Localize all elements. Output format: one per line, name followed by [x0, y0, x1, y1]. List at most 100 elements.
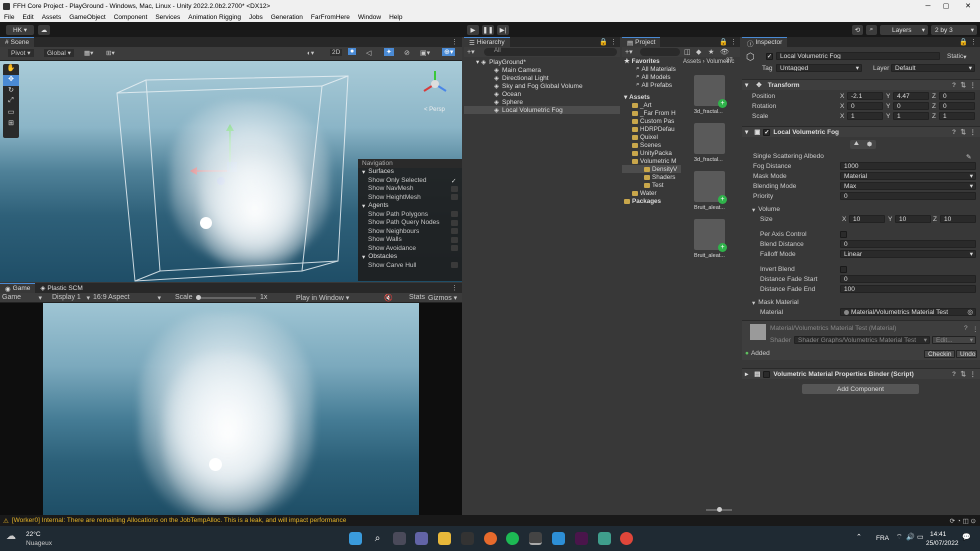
- project-tree-item[interactable]: Volumetric M: [622, 157, 681, 165]
- help-icon[interactable]: ?: [952, 371, 956, 378]
- falloff-dropdown[interactable]: Linear ▾: [840, 250, 976, 258]
- transform-header[interactable]: ▾ ✥ Transform? ⇅ ⋮: [742, 79, 980, 90]
- menu-dots-icon[interactable]: ⋮: [730, 38, 737, 46]
- asset-thumbnail[interactable]: +: [694, 219, 727, 252]
- project-tree-item[interactable]: ⌕ All Prefabs: [622, 81, 681, 89]
- edit-shape-icon[interactable]: ⛰: [854, 141, 859, 148]
- game-viewport[interactable]: [43, 303, 419, 515]
- nav-option[interactable]: Show NavMesh: [358, 185, 462, 194]
- increment-snap-icon[interactable]: ⊞▾: [106, 49, 115, 57]
- effects-icon[interactable]: ✦: [384, 48, 394, 56]
- menu-dots-icon[interactable]: ⋮: [970, 370, 977, 378]
- project-tree-item[interactable]: Quixel: [622, 133, 681, 141]
- asset-thumbnail[interactable]: [694, 123, 725, 154]
- active-checkbox[interactable]: ✓: [766, 53, 773, 60]
- hierarchy-item[interactable]: ◈ Directional Light: [464, 74, 620, 83]
- fade-end-field[interactable]: 100: [840, 285, 976, 293]
- account-dropdown[interactable]: HK ▾: [6, 25, 34, 35]
- priority-field[interactable]: 0: [840, 192, 976, 200]
- project-tree-item[interactable]: _Art: [622, 101, 681, 109]
- chrome-icon[interactable]: [620, 532, 633, 545]
- unity-hub-icon[interactable]: [461, 532, 474, 545]
- play-button[interactable]: ▶: [467, 25, 479, 35]
- nav-option[interactable]: Show Carve Hull: [358, 261, 462, 270]
- nav-option[interactable]: Show Only Selected ✓: [358, 176, 462, 186]
- tab-plastic-scm[interactable]: ◈ Plastic SCM: [35, 283, 88, 293]
- menu-animation-rigging[interactable]: Animation Rigging: [184, 14, 245, 21]
- sphere[interactable]: [209, 458, 222, 471]
- size-x-field[interactable]: 10: [849, 215, 885, 223]
- spotify-icon[interactable]: [506, 532, 519, 545]
- console-status-bar[interactable]: ⚠ [Worker0] Internal: There are remainin…: [0, 515, 980, 526]
- step-button[interactable]: ▶|: [497, 25, 509, 35]
- hierarchy-item[interactable]: ◈ Sphere: [464, 98, 620, 107]
- nav-section-agents[interactable]: ▾ Agents: [358, 202, 462, 211]
- volume-foldout[interactable]: ▾ Volume: [752, 205, 780, 214]
- stats-button[interactable]: Stats: [409, 294, 425, 301]
- nav-option-checkbox[interactable]: [451, 236, 458, 243]
- search-input[interactable]: [640, 48, 680, 56]
- menu-dots-icon[interactable]: ⋮: [451, 284, 458, 292]
- menu-dots-icon[interactable]: ⋮: [610, 38, 617, 46]
- pivot-dropdown[interactable]: Pivot ▾: [8, 49, 34, 57]
- mask-material-foldout[interactable]: ▾ Mask Material: [752, 298, 799, 307]
- hierarchy-item[interactable]: ◈ Ocean: [464, 90, 620, 99]
- help-icon[interactable]: ?: [952, 82, 956, 89]
- shader-dropdown[interactable]: Shader Graphs/Volumetrics Material Test ▾: [794, 336, 930, 344]
- mask-mode-dropdown[interactable]: Material ▾: [840, 172, 976, 180]
- eyedropper-icon[interactable]: ✎: [966, 152, 971, 161]
- project-tree-item[interactable]: Shaders: [622, 173, 681, 181]
- transform-position-z-field[interactable]: 0: [939, 92, 975, 100]
- nav-option-checkbox[interactable]: [451, 262, 458, 269]
- menu-help[interactable]: Help: [385, 14, 406, 21]
- asset-thumbnail[interactable]: +: [694, 75, 727, 108]
- undo-button[interactable]: Undo: [956, 350, 977, 358]
- fade-start-field[interactable]: 0: [840, 275, 976, 283]
- tag-dropdown[interactable]: Untagged ▾: [776, 64, 862, 72]
- volume-icon[interactable]: 🔊: [906, 533, 915, 541]
- project-tree-item[interactable]: HDRPDefau: [622, 125, 681, 133]
- lock-icon[interactable]: 🔒: [719, 38, 728, 46]
- nav-option-checkbox[interactable]: [451, 228, 458, 235]
- hierarchy-item[interactable]: ◈ Sky and Fog Global Volume: [464, 82, 620, 91]
- language-indicator[interactable]: FRA: [876, 535, 889, 542]
- close-button[interactable]: ✕: [958, 0, 978, 12]
- move-tool-icon[interactable]: ✥: [3, 75, 19, 86]
- add-icon[interactable]: +▾: [625, 48, 633, 56]
- project-tree-item[interactable]: ★ Favorites: [622, 57, 681, 65]
- tab-game[interactable]: ◉ Game: [0, 283, 36, 293]
- unity-icon[interactable]: [529, 532, 542, 545]
- tab-scene[interactable]: # Scene: [0, 37, 35, 47]
- tab-project[interactable]: ▤ Project: [622, 37, 661, 47]
- zoom-slider[interactable]: [706, 507, 732, 512]
- hierarchy-item[interactable]: ◈ Main Camera: [464, 66, 620, 75]
- nav-option-checkbox[interactable]: ✓: [451, 177, 458, 185]
- transform-tool-icon[interactable]: ⊞: [3, 119, 19, 130]
- firefox-icon[interactable]: [484, 532, 497, 545]
- audio-icon[interactable]: ◁: [366, 49, 371, 57]
- transform-position-y-field[interactable]: 4.47: [893, 92, 929, 100]
- hierarchy-item[interactable]: ◈ Local Volumetric Fog: [464, 106, 620, 114]
- per-axis-checkbox[interactable]: [840, 231, 847, 238]
- menu-dots-icon[interactable]: ⋮: [970, 38, 977, 46]
- size-z-field[interactable]: 10: [940, 215, 976, 223]
- nav-section-obstacles[interactable]: ▾ Obstacles: [358, 253, 462, 262]
- menu-jobs[interactable]: Jobs: [245, 14, 267, 21]
- help-icon[interactable]: ?: [964, 324, 968, 333]
- nav-option[interactable]: Show Path Query Nodes: [358, 219, 462, 228]
- vscode-icon[interactable]: [552, 532, 565, 545]
- blend-distance-field[interactable]: 0: [840, 240, 976, 248]
- nav-option[interactable]: Show Walls: [358, 236, 462, 245]
- checkin-button[interactable]: Checkin: [924, 350, 955, 358]
- edit-shader-button[interactable]: Edit... ▾: [932, 336, 976, 344]
- preset-icon[interactable]: ⇅: [961, 81, 966, 89]
- hand-tool-icon[interactable]: ✋: [3, 64, 19, 75]
- transform-rotation-y-field[interactable]: 0: [893, 102, 929, 110]
- tab-hierarchy[interactable]: ☰ Hierarchy: [464, 37, 510, 47]
- lock-icon[interactable]: 🔒: [599, 38, 608, 46]
- filter-icon[interactable]: ◫: [684, 48, 691, 56]
- menu-assets[interactable]: Assets: [38, 14, 66, 21]
- preset-icon[interactable]: ⇅: [961, 370, 966, 378]
- clock-date[interactable]: 25/07/2022: [926, 540, 959, 547]
- display-dropdown[interactable]: Display 1 ▾: [52, 294, 90, 302]
